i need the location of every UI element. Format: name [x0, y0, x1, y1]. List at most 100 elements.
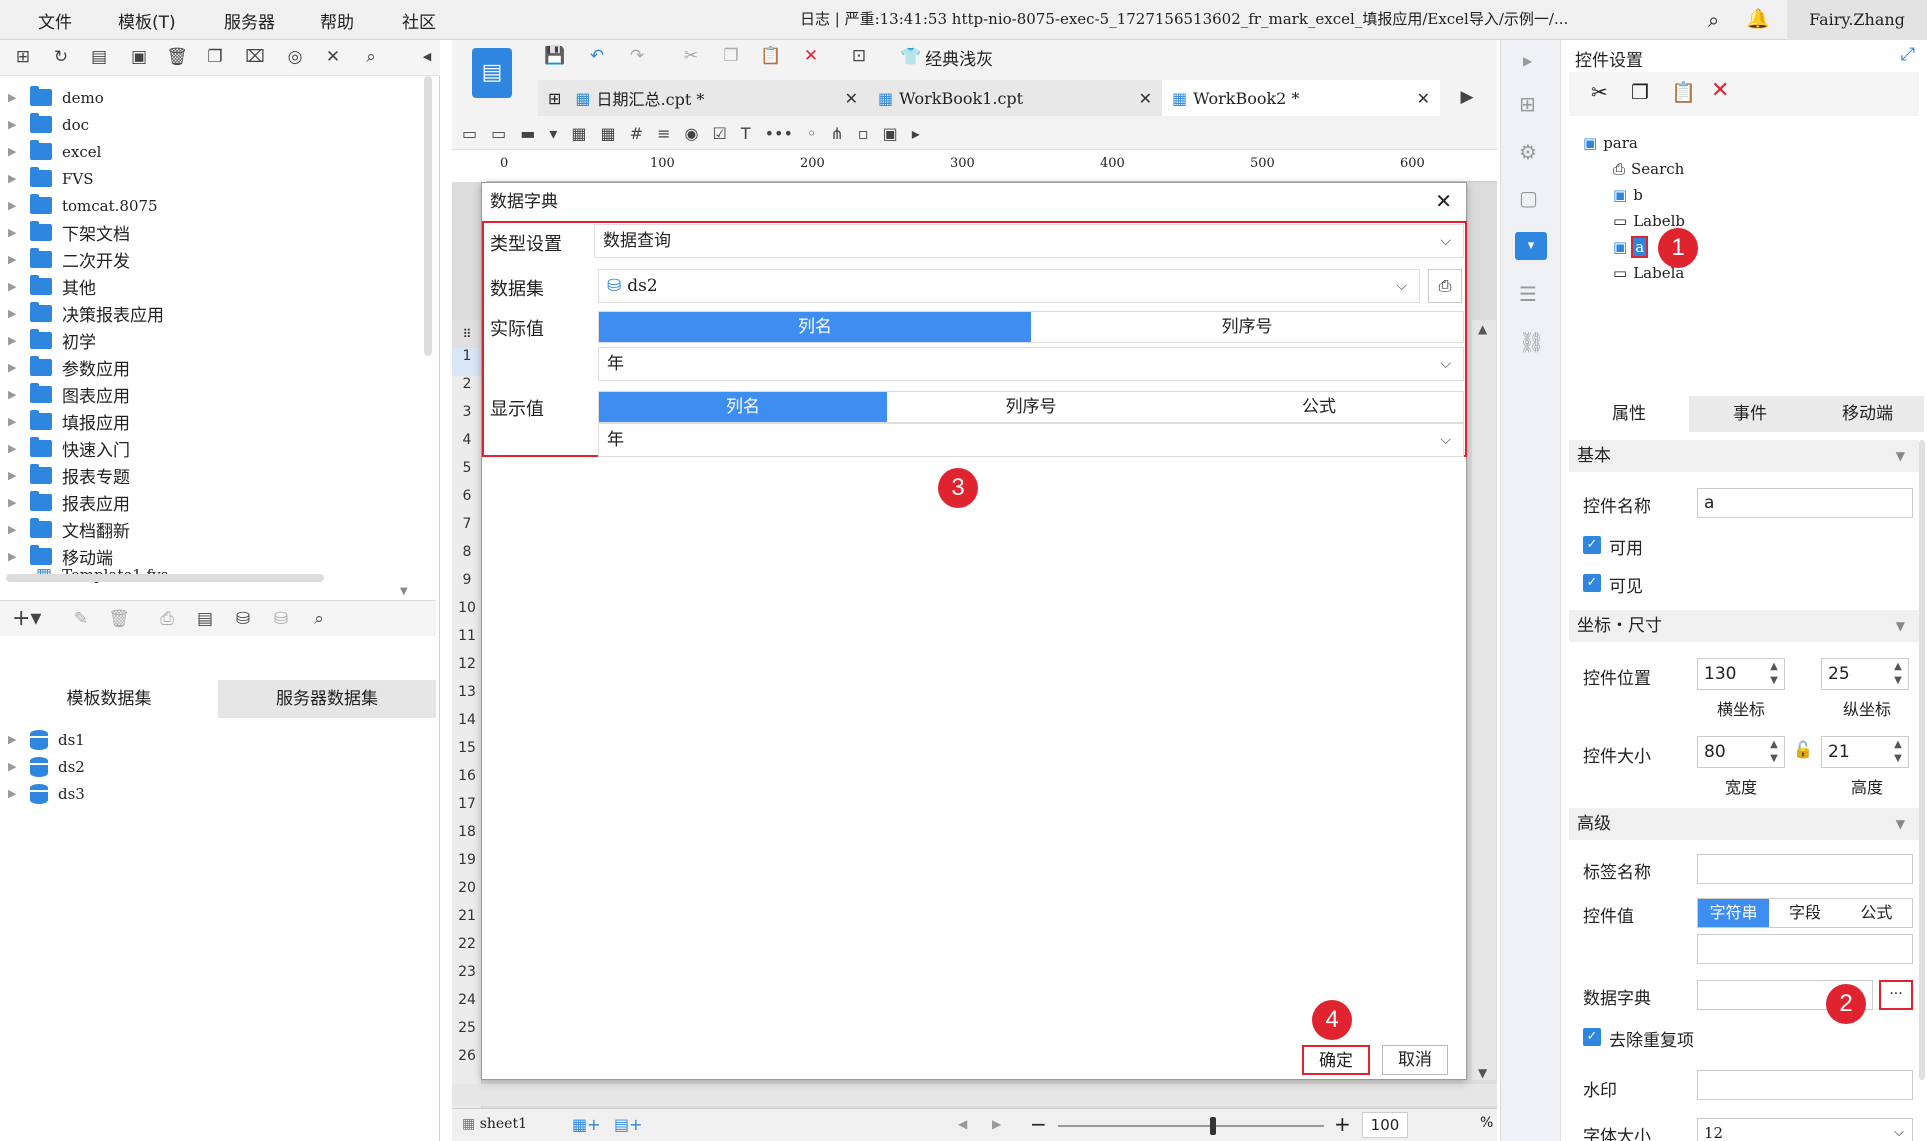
font-size-select[interactable]: 12 ⌵ [1697, 1118, 1913, 1141]
search-icon[interactable]: ⌕ [360, 46, 382, 68]
save-icon[interactable]: 💾 [544, 45, 566, 67]
menu-help[interactable]: 帮助 [320, 8, 354, 33]
textbox-widget-icon[interactable]: ▭ [462, 124, 477, 143]
user-name[interactable]: Fairy.Zhang [1787, 0, 1927, 40]
more-widget-icon[interactable]: ▸ [912, 124, 920, 143]
delete-icon[interactable]: 🗑 [108, 608, 130, 630]
widget-tree-item[interactable]: ▣ b [1613, 184, 1643, 206]
tag-widget-icon[interactable]: ▫ [858, 124, 869, 143]
bell-icon[interactable]: 🔔 [1746, 7, 1770, 30]
refresh-icon[interactable]: ↻ [50, 46, 72, 68]
dedupe-checkbox[interactable]: ✓ [1583, 1028, 1601, 1046]
lock-icon[interactable]: ▣ [128, 46, 150, 68]
stepper-icon[interactable]: ▲ ▼ [1890, 738, 1906, 766]
textarea-widget-icon[interactable]: ≡ [657, 124, 670, 143]
tree-widget-icon[interactable]: ⋔ [830, 124, 843, 143]
vertical-scrollbar[interactable] [424, 76, 432, 356]
trash-icon[interactable]: ⌧ [244, 46, 266, 68]
file-tab[interactable]: ⊞ ▦ 日期汇总.cpt * ✕ [538, 80, 868, 116]
dataset-item[interactable]: ▶ ds1 [8, 726, 85, 753]
ok-button[interactable]: 确定 [1302, 1045, 1370, 1075]
tree-folder[interactable]: ▶ 决策报表应用 [8, 300, 164, 327]
tree-folder[interactable]: ▶ 文档翻新 [8, 516, 130, 543]
width-input[interactable]: 80 ▲ ▼ [1697, 736, 1785, 768]
tree-folder[interactable]: ▶ 二次开发 [8, 246, 130, 273]
search-icon[interactable]: ⌕ [1708, 8, 1719, 32]
password-widget-icon[interactable]: ••• [765, 124, 793, 143]
sheet-vertical-scrollbar[interactable] [1472, 320, 1496, 1080]
position-x-input[interactable]: 130 ▲ ▼ [1697, 658, 1785, 690]
tree-folder[interactable]: ▶ 下架文档 [8, 219, 130, 246]
redo-icon[interactable]: ↷ [626, 45, 648, 67]
theme-button[interactable]: 👕 经典浅灰 [900, 45, 993, 70]
tag-name-input[interactable] [1697, 854, 1913, 884]
date-widget-icon[interactable]: ▦ [571, 124, 586, 143]
collapse-left-icon[interactable]: ◀ [416, 46, 438, 68]
database-alt-icon[interactable]: ⛁ [270, 608, 292, 630]
row-number[interactable]: 20 [452, 880, 482, 908]
close-icon[interactable]: ✕ [1435, 189, 1452, 213]
dropdown-widget-icon[interactable]: ▣ [883, 124, 898, 143]
scroll-up-icon[interactable]: ▲ [1478, 322, 1487, 336]
combo-widget-icon[interactable]: ▾ [549, 124, 557, 143]
label-widget-icon[interactable]: ▭ [491, 124, 506, 143]
segment-field[interactable]: 字段 [1769, 899, 1840, 927]
corner-grip-icon[interactable]: ⠿ [452, 320, 482, 348]
tree-folder[interactable]: ▶ tomcat.8075 [8, 192, 158, 219]
calendar-widget-icon[interactable]: ▦ [601, 124, 616, 143]
close-icon[interactable]: ✕ [1139, 89, 1152, 108]
copy-icon[interactable]: ❐ [204, 46, 226, 68]
dataset-item[interactable]: ▶ ds3 [8, 780, 85, 807]
row-number[interactable]: 2 [452, 376, 482, 404]
file-tab-active[interactable]: ▦ WorkBook2 * ✕ [1162, 80, 1440, 116]
row-number[interactable]: 19 [452, 852, 482, 880]
delete-icon[interactable]: ✕ [800, 45, 822, 67]
tab-mobile[interactable]: 移动端 [1811, 396, 1924, 432]
segment-column-name[interactable]: 列名 [599, 312, 1031, 342]
row-number[interactable]: 3 [452, 404, 482, 432]
search-icon[interactable]: ⌕ [308, 608, 330, 630]
next-sheet-icon[interactable]: ▶ [992, 1117, 1001, 1131]
widget-name-input[interactable]: a [1697, 488, 1913, 518]
template-web-icon[interactable]: ⊡ [848, 45, 870, 67]
section-basic[interactable]: 基本 ▼ [1569, 440, 1919, 472]
row-number[interactable]: 22 [452, 936, 482, 964]
stepper-icon[interactable]: ▲ ▼ [1766, 738, 1782, 766]
widget-tree-item[interactable]: ⎙ Search [1613, 158, 1684, 180]
new-folder-icon[interactable]: ⊞ [12, 46, 34, 68]
visible-checkbox[interactable]: ✓ [1583, 574, 1601, 592]
row-number[interactable]: 17 [452, 796, 482, 824]
row-number[interactable]: 12 [452, 656, 482, 684]
row-number[interactable]: 21 [452, 908, 482, 936]
menu-template[interactable]: 模板(T) [118, 8, 176, 33]
tree-folder[interactable]: ▶ excel [8, 138, 101, 165]
menu-community[interactable]: 社区 [402, 8, 436, 33]
copy-icon[interactable]: ❐ [1631, 80, 1649, 104]
checkbox-widget-icon[interactable]: ☑ [712, 124, 726, 143]
sheet-horizontal-scrollbar[interactable] [452, 1084, 1497, 1106]
menu-file[interactable]: 文件 [38, 8, 72, 33]
cancel-button[interactable]: 取消 [1382, 1045, 1448, 1075]
tree-folder[interactable]: ▶ 快速入门 [8, 435, 130, 462]
expand-down-icon[interactable]: ▼ [400, 586, 408, 597]
frame-icon[interactable]: ▢ [1519, 186, 1538, 210]
combo-settings-icon[interactable]: ▾ [1515, 232, 1547, 260]
row-number[interactable]: 26 [452, 1048, 482, 1076]
list-icon[interactable]: ☰ [1519, 282, 1537, 306]
data-dictionary-button[interactable]: ··· [1879, 980, 1913, 1010]
copy-icon[interactable]: ❐ [720, 45, 742, 67]
segment-formula[interactable]: 公式 [1175, 392, 1463, 422]
tab-properties[interactable]: 属性 [1569, 396, 1689, 432]
widget-tree-root[interactable]: ▣ para [1583, 132, 1638, 154]
add-icon[interactable]: +▾ [12, 608, 41, 630]
slider-widget-icon[interactable]: ◦ [807, 124, 816, 143]
dataset-select[interactable]: ⛁ ds2 ⌵ [598, 269, 1420, 303]
segment-column-name[interactable]: 列名 [599, 392, 887, 422]
tree-folder[interactable]: ▶ 报表专题 [8, 462, 130, 489]
log-message[interactable]: 日志 | 严重:13:41:53 http-nio-8075-exec-5_17… [800, 8, 1568, 29]
type-select[interactable]: 数据查询 ⌵ [594, 224, 1464, 258]
tab-events[interactable]: 事件 [1691, 396, 1809, 432]
zoom-out-icon[interactable]: − [1030, 1112, 1047, 1136]
menu-server[interactable]: 服务器 [224, 8, 275, 33]
add-sheet-icon[interactable]: ▦+ [572, 1115, 601, 1134]
